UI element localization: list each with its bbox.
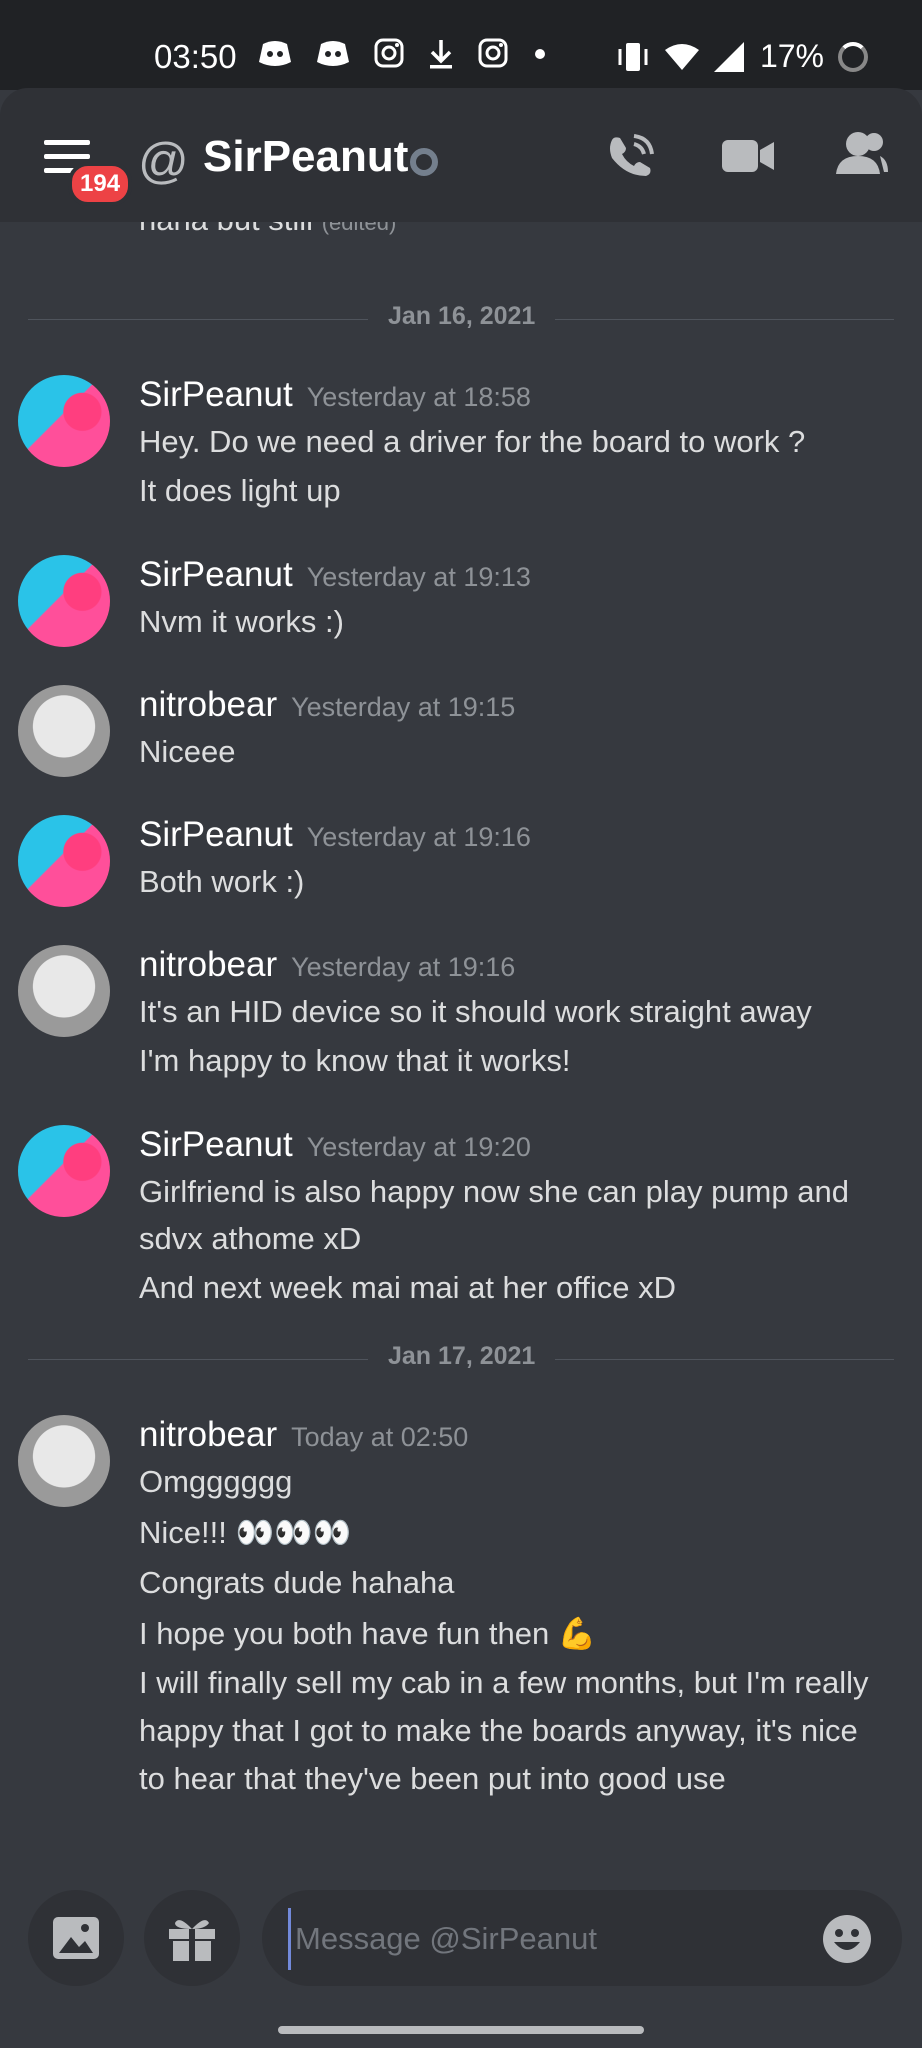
message-line: Girlfriend is also happy now she can pla…: [139, 1174, 849, 1209]
message-line: It's an HID device so it should work str…: [139, 994, 812, 1029]
timestamp: Yesterday at 18:58: [306, 382, 531, 412]
avatar[interactable]: [18, 555, 110, 647]
unread-badge: 194: [68, 162, 133, 206]
message-input-container[interactable]: [262, 1890, 902, 1986]
author-name[interactable]: nitrobear: [139, 945, 277, 984]
download-icon: [430, 40, 452, 69]
dot-icon: [535, 49, 545, 59]
author-name[interactable]: nitrobear: [139, 685, 277, 724]
author-name[interactable]: SirPeanut: [139, 555, 293, 594]
message-line: Congrats dude hahaha: [139, 1565, 455, 1600]
timestamp: Yesterday at 19:20: [306, 1132, 531, 1162]
instagram-icon: [478, 38, 508, 68]
status-right: 17%: [616, 38, 868, 75]
author-name[interactable]: nitrobear: [139, 1415, 277, 1454]
author-header: SirPeanut Yesterday at 19:13: [139, 555, 531, 595]
message-line: It does light up: [139, 473, 341, 508]
notification-icons: [258, 38, 548, 70]
image-icon: [53, 1917, 99, 1959]
avatar[interactable]: [18, 815, 110, 907]
message-line: Omgggggg: [139, 1464, 293, 1499]
gift-button[interactable]: [144, 1890, 240, 1986]
video-call-icon[interactable]: [722, 138, 774, 174]
message-input[interactable]: [288, 1908, 817, 1970]
message-line: Nice!!! 👀👀👀: [139, 1515, 352, 1550]
timestamp: Yesterday at 19:13: [306, 562, 531, 592]
message-line: happy that I got to make the boards anyw…: [139, 1713, 858, 1748]
channel-header: 194 @ SirPeanut: [0, 88, 922, 222]
vibrate-icon: [618, 42, 648, 71]
offline-status-icon: [410, 148, 438, 176]
avatar[interactable]: [18, 1415, 110, 1507]
message-line: Niceee: [139, 734, 236, 769]
battery-percent: 17%: [759, 38, 824, 74]
status-bar: 03:50 17%: [0, 0, 922, 90]
message-line: Nvm it works :): [139, 604, 344, 639]
chat-area[interactable]: haha but still (edited) Jan 16, 2021 Sir…: [0, 90, 922, 1890]
author-name[interactable]: SirPeanut: [139, 375, 293, 414]
author-header: SirPeanut Yesterday at 19:16: [139, 815, 531, 855]
author-name[interactable]: SirPeanut: [139, 815, 293, 854]
timestamp: Today at 02:50: [291, 1422, 469, 1452]
message-line: sdvx athome xD: [139, 1221, 362, 1256]
members-icon[interactable]: [836, 130, 888, 176]
call-icon[interactable]: [604, 130, 656, 182]
gift-icon: [169, 1920, 215, 1961]
gesture-nav-bar[interactable]: [278, 2026, 644, 2034]
avatar[interactable]: [18, 1125, 110, 1217]
avatar[interactable]: [18, 375, 110, 467]
message-line: I hope you both have fun then 💪: [139, 1616, 597, 1651]
author-name[interactable]: SirPeanut: [139, 1125, 293, 1164]
signal-icon: [713, 41, 744, 72]
message-composer: [0, 1890, 922, 1990]
emoji-icon[interactable]: [822, 1914, 872, 1964]
avatar[interactable]: [18, 685, 110, 777]
image-upload-button[interactable]: [28, 1890, 124, 1986]
battery-icon: [838, 41, 868, 72]
message-line: to hear that they've been put into good …: [139, 1761, 726, 1796]
author-header: nitrobear Yesterday at 19:16: [139, 945, 515, 985]
author-header: nitrobear Today at 02:50: [139, 1415, 468, 1455]
instagram-icon: [374, 38, 404, 68]
status-time: 03:50: [154, 38, 237, 75]
author-header: SirPeanut Yesterday at 19:20: [139, 1125, 531, 1165]
timestamp: Yesterday at 19:16: [306, 822, 531, 852]
avatar[interactable]: [18, 945, 110, 1037]
wifi-icon: [664, 43, 699, 70]
discord-icon: [317, 41, 349, 66]
message-line: Both work :): [139, 864, 305, 899]
at-icon: @: [138, 133, 189, 189]
message-line: I will finally sell my cab in a few mont…: [139, 1665, 869, 1700]
timestamp: Yesterday at 19:15: [291, 692, 516, 722]
message-line: And next week mai mai at her office xD: [139, 1270, 677, 1305]
author-header: nitrobear Yesterday at 19:15: [139, 685, 515, 725]
message-line: I'm happy to know that it works!: [139, 1043, 571, 1078]
discord-icon: [259, 41, 291, 66]
message-line: Hey. Do we need a driver for the board t…: [139, 424, 806, 459]
timestamp: Yesterday at 19:16: [291, 952, 516, 982]
author-header: SirPeanut Yesterday at 18:58: [139, 375, 531, 415]
channel-title: SirPeanut: [203, 132, 409, 181]
